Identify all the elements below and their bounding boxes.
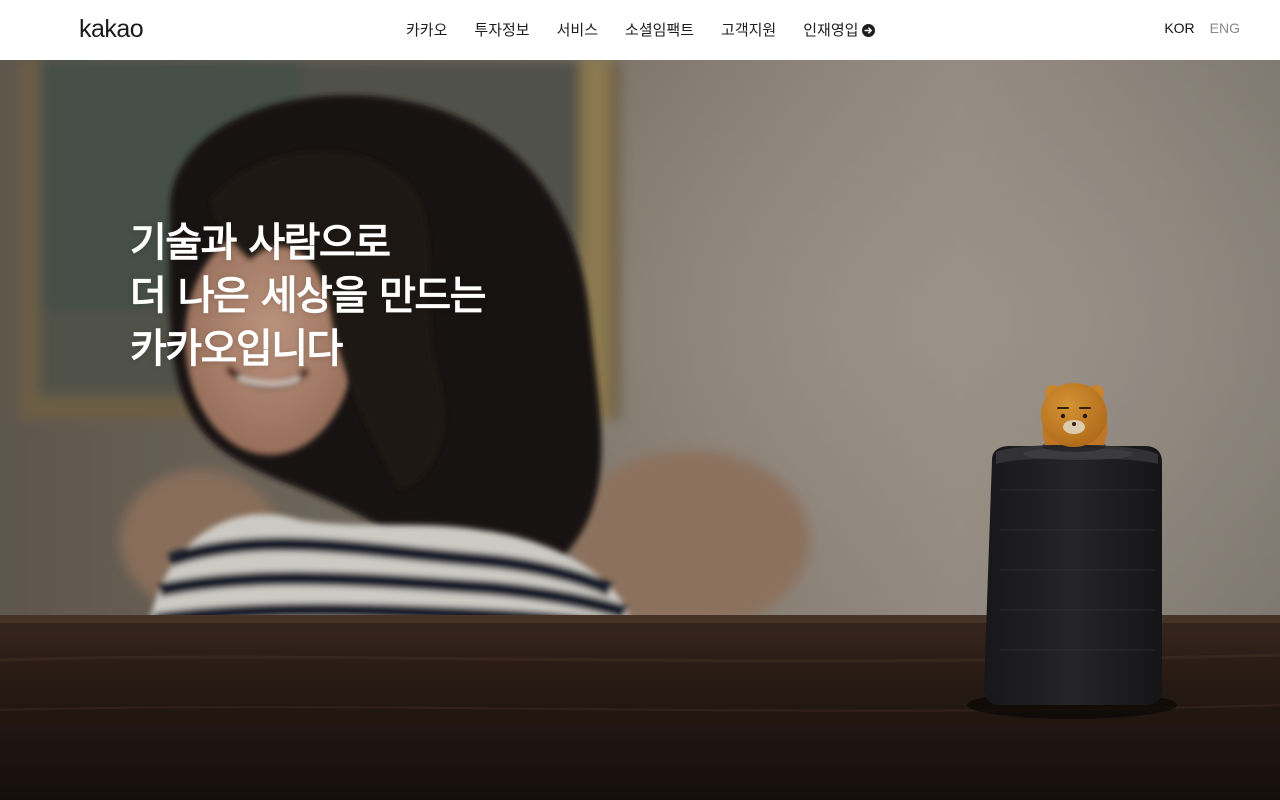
- external-arrow-icon: [862, 23, 876, 37]
- kakao-logo[interactable]: kakao: [79, 14, 144, 44]
- hero-background-photo: [0, 60, 1280, 800]
- nav-item-careers[interactable]: 인재영입: [803, 20, 876, 40]
- nav-item-label: 소셜임팩트: [625, 21, 695, 39]
- nav-item-social-impact[interactable]: 소셜임팩트: [625, 20, 694, 40]
- nav-item-investors[interactable]: 투자정보: [474, 20, 529, 40]
- nav-item-customer-support[interactable]: 고객지원: [721, 20, 776, 40]
- language-switcher: KOR ENG: [1164, 0, 1240, 56]
- lang-kor-link[interactable]: KOR: [1164, 20, 1194, 36]
- hero-headline-line-3: 카카오입니다: [130, 325, 343, 372]
- nav-item-label: 카카오: [406, 21, 448, 39]
- nav-item-kakao[interactable]: 카카오: [406, 20, 447, 40]
- lang-eng-link[interactable]: ENG: [1210, 20, 1240, 36]
- hero-headline-line-2: 더 나은 세상을 만드는: [130, 272, 486, 319]
- hero-section: 기술과 사람으로 더 나은 세상을 만드는 카카오입니다: [0, 60, 1280, 800]
- nav-item-label: 고객지원: [721, 21, 777, 39]
- nav-item-services[interactable]: 서비스: [557, 20, 598, 40]
- main-nav: 카카오 투자정보 서비스 소셜임팩트 고객지원 인재영입: [406, 0, 876, 60]
- nav-item-label: 인재영입: [803, 21, 859, 39]
- hero-headline-line-1: 기술과 사람으로: [130, 219, 391, 266]
- nav-item-label: 투자정보: [474, 21, 530, 39]
- site-header: kakao 카카오 투자정보 서비스 소셜임팩트 고객지원 인재영입 KOR E…: [0, 0, 1280, 60]
- nav-item-label: 서비스: [556, 21, 599, 39]
- hero-headline: 기술과 사람으로 더 나은 세상을 만드는 카카오입니다: [130, 217, 730, 376]
